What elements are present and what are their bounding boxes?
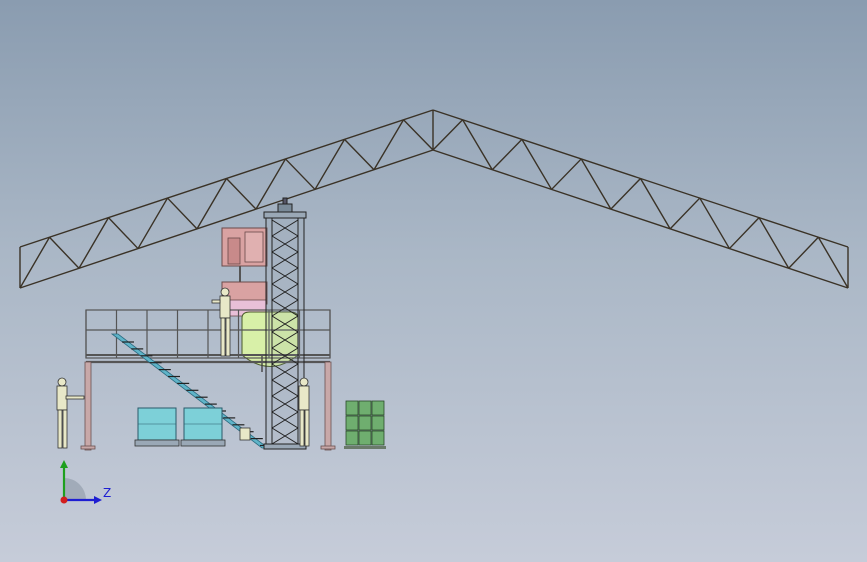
truss-web-member — [699, 197, 731, 249]
crate — [358, 400, 372, 416]
crate — [371, 400, 385, 416]
cad-viewport[interactable]: Z — [0, 0, 867, 562]
crate — [345, 430, 359, 446]
truss-web-member — [728, 217, 760, 250]
truss-web-member — [551, 158, 582, 190]
ibc-tote-2[interactable] — [180, 407, 226, 447]
worker-ground-left — [56, 377, 85, 449]
truss-web-member — [373, 119, 405, 171]
truss-web-member — [137, 197, 169, 249]
worker-platform — [211, 287, 231, 357]
crate — [358, 415, 372, 431]
truss-web-member — [610, 178, 642, 210]
truss-web-member — [196, 178, 228, 230]
crate — [371, 415, 385, 431]
truss-web-member — [255, 158, 287, 210]
truss-web-member — [788, 236, 819, 269]
crate — [345, 415, 359, 431]
truss-web-member — [639, 178, 671, 230]
truss-web-member — [402, 119, 434, 151]
crate — [358, 430, 372, 446]
truss-web-member — [166, 197, 198, 230]
truss-web-member — [462, 119, 493, 171]
truss-web-member — [343, 138, 375, 171]
crate — [345, 400, 359, 416]
plant-assembly-drawing[interactable] — [0, 0, 867, 562]
truss-web-member — [107, 217, 139, 250]
truss-web-member — [669, 197, 701, 230]
mixer-upper[interactable] — [221, 227, 268, 282]
truss-web-member — [314, 139, 346, 190]
crate — [371, 430, 385, 446]
axis-origin — [60, 496, 68, 504]
truss-web-member — [284, 158, 316, 190]
truss-web-member — [580, 158, 612, 210]
z-axis-label: Z — [103, 486, 112, 500]
bucket — [239, 427, 251, 441]
roof-truss[interactable] — [19, 109, 849, 289]
truss-web-member — [521, 139, 553, 190]
roof-truss-right-half — [432, 109, 849, 289]
axis-triad — [60, 460, 102, 504]
worker-tower — [298, 377, 310, 447]
truss-web-member — [225, 178, 257, 210]
truss-web-member — [432, 119, 464, 151]
truss-web-member — [491, 138, 523, 171]
truss-web-member — [48, 236, 80, 269]
ibc-tote-1[interactable] — [134, 407, 180, 447]
crate-stack[interactable] — [344, 400, 386, 449]
